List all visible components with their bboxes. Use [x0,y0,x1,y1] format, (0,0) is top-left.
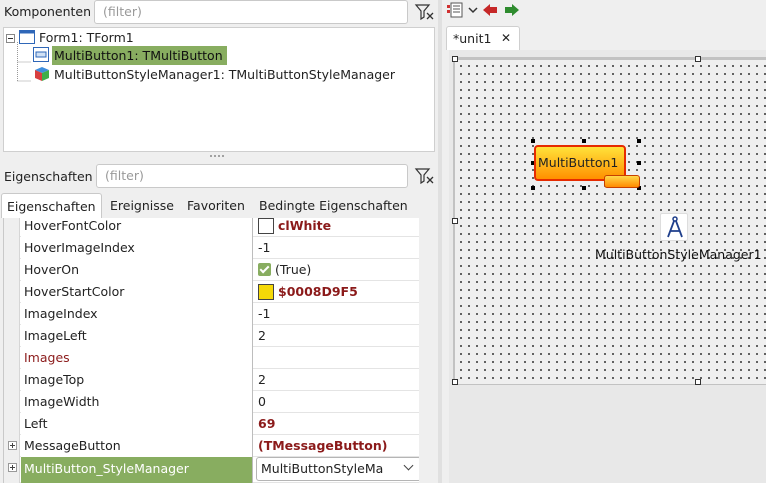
button-component-icon [33,47,49,62]
property-value[interactable]: 2 [254,325,419,347]
component-tree: Form1: TForm1 MultiButton1: TMultiButton… [3,27,435,152]
property-name: HoverFontColor [21,218,253,237]
selection-handle[interactable] [582,139,586,143]
resize-handle[interactable] [452,56,458,62]
multibutton1-message-button[interactable] [604,175,640,188]
chevron-down-icon[interactable] [468,2,478,18]
property-value[interactable]: (True) [254,259,419,281]
components-filter-placeholder: (filter) [103,4,142,19]
property-value-text: clWhite [278,218,332,233]
inspector-tabs: Eigenschaften Ereignisse Favoriten Bedin… [0,193,438,218]
stylemanager1-caption: MultiButtonStyleManager1 [595,247,762,262]
property-row-left[interactable]: Left 69 [4,413,419,435]
property-name: Left [21,413,253,435]
resize-handle[interactable] [695,56,701,62]
form1-design-surface[interactable] [455,60,766,384]
form-icon [19,30,35,44]
property-name: ImageLeft [21,325,253,347]
property-row-hoverimageindex[interactable]: HoverImageIndex -1 [4,237,419,259]
properties-filter-input[interactable]: (filter) [96,164,408,188]
property-grid: HoverFontColor clWhite HoverImageIndex -… [3,218,419,483]
resize-handle[interactable] [452,218,458,224]
property-row-hoverfontcolor[interactable]: HoverFontColor clWhite [4,218,419,237]
property-value[interactable]: 2 [254,369,419,391]
close-icon[interactable]: ✕ [501,27,511,50]
arrow-right-icon[interactable] [504,2,520,18]
property-grid-scrollbar[interactable] [420,218,435,483]
arrow-left-icon[interactable] [482,2,498,18]
tree-node-form1[interactable]: Form1: TForm1 [39,28,134,47]
property-row-hoverstartcolor[interactable]: HoverStartColor $0008D9F5 [4,281,419,303]
object-inspector: Komponenten (filter) Form1: TForm1 Multi… [0,0,438,483]
compass-icon [667,216,683,238]
property-name: HoverStartColor [21,281,253,303]
selection-handle[interactable] [637,139,641,143]
property-value-text: $0008D9F5 [278,284,358,299]
tab-favoriten[interactable]: Favoriten [187,193,245,218]
tab-eigenschaften[interactable]: Eigenschaften [1,193,102,218]
properties-label: Eigenschaften [4,169,93,184]
splitter-grip[interactable] [209,154,225,158]
checkbox-checked-icon[interactable] [258,263,271,276]
resize-handle[interactable] [452,379,458,385]
components-label: Komponenten [4,4,92,19]
property-name: ImageIndex [21,303,253,325]
property-name: MultiButton_StyleManager [21,457,253,483]
components-filter-input[interactable]: (filter) [94,0,408,24]
property-value-text: (True) [275,262,312,277]
tab-unit1-label: *unit1 [453,31,492,46]
combobox-value: MultiButtonStyleMa [261,461,384,476]
color-swatch [258,218,274,234]
tree-node-multibutton1[interactable]: MultiButton1: TMultiButton [52,46,227,65]
clear-properties-filter-icon[interactable] [414,166,436,186]
property-name: Images [21,347,253,369]
property-name: HoverImageIndex [21,237,253,259]
clear-filter-icon[interactable] [414,2,436,22]
property-row-imagewidth[interactable]: ImageWidth 0 [4,391,419,413]
property-name: MessageButton [21,435,253,457]
component-list-icon[interactable] [446,2,464,18]
property-value[interactable]: $0008D9F5 [254,281,419,303]
property-row-imageleft[interactable]: ImageLeft 2 [4,325,419,347]
property-value[interactable] [254,347,419,369]
stylemanager1-component[interactable] [660,213,688,241]
tree-lines [17,42,31,82]
selection-handle[interactable] [582,186,586,190]
property-name: ImageTop [21,369,253,391]
property-row-imageindex[interactable]: ImageIndex -1 [4,303,419,325]
property-row-messagebutton[interactable]: MessageButton (TMessageButton) [4,435,419,457]
tab-bedingte-eigenschaften[interactable]: Bedingte Eigenschaften [259,193,408,218]
color-swatch [258,284,274,300]
tree-node-stylemanager1[interactable]: MultiButtonStyleManager1: TMultiButtonSt… [54,65,395,84]
property-name: ImageWidth [21,391,253,413]
property-value[interactable]: 0 [254,391,419,413]
property-name: HoverOn [21,259,253,281]
property-value[interactable]: clWhite [254,218,419,237]
stylemanager-combobox[interactable]: MultiButtonStyleMa [256,457,419,481]
property-row-images[interactable]: Images [4,347,419,369]
selection-handle[interactable] [531,186,535,190]
resize-handle[interactable] [695,379,701,385]
selection-handle[interactable] [637,161,641,165]
properties-filter-placeholder: (filter) [105,168,144,183]
property-row-imagetop[interactable]: ImageTop 2 [4,369,419,391]
form-designer-pane: *unit1 ✕ MultiButton1 MultiButtonStyleMa… [442,0,766,483]
expand-icon[interactable] [8,463,17,472]
property-value[interactable]: (TMessageButton) [254,435,419,457]
chevron-down-icon[interactable] [403,460,414,471]
property-row-hoveron[interactable]: HoverOn (True) [4,259,419,281]
property-value[interactable]: -1 [254,237,419,259]
selection-handle[interactable] [531,139,535,143]
expand-icon[interactable] [8,441,17,450]
style-manager-component-icon [35,67,49,81]
tab-ereignisse[interactable]: Ereignisse [110,193,174,218]
tab-unit1[interactable]: *unit1 ✕ [446,26,520,50]
property-value[interactable]: 69 [254,413,419,435]
property-row-multibutton-stylemanager[interactable]: MultiButton_StyleManager MultiButtonStyl… [4,457,419,483]
property-value[interactable]: -1 [254,303,419,325]
